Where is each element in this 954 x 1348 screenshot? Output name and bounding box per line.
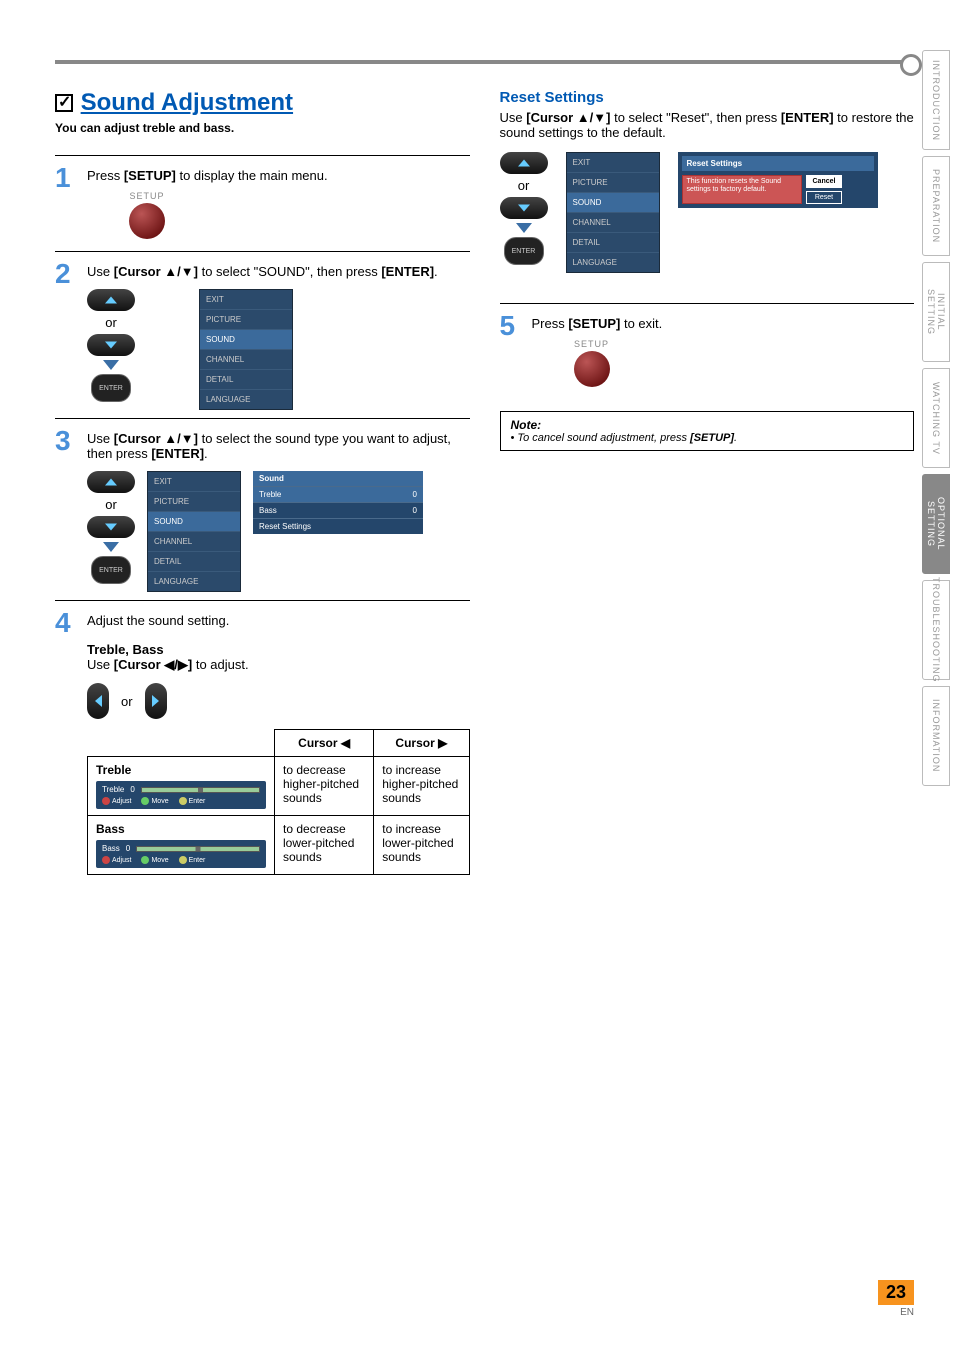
section-tab[interactable]: TROUBLESHOOTING: [922, 580, 950, 680]
note-title: Note:: [511, 418, 904, 432]
section-title: Sound Adjustment: [81, 89, 293, 116]
osd-menu-sound[interactable]: SOUND: [567, 193, 659, 213]
table-row: Treble Treble0 Adjust Move Enter: [88, 757, 470, 816]
sound-row-treble[interactable]: Treble0: [253, 486, 423, 502]
step-5: 5 Press [SETUP] to exit. SETUP: [500, 312, 915, 391]
step4-subhead: Treble, Bass: [87, 642, 470, 657]
step-1: 1 Press [SETUP] to display the main menu…: [55, 164, 470, 243]
osd-menu-sound[interactable]: SOUND: [200, 330, 292, 350]
osd-menu: EXIT PICTURE SOUND CHANNEL DETAIL LANGUA…: [566, 152, 660, 273]
cancel-button[interactable]: Cancel: [806, 175, 843, 188]
or-text: or: [105, 315, 117, 330]
or-text: or: [121, 694, 133, 709]
treble-increase: to increase higher-pitched sounds: [374, 757, 469, 816]
setup-caption: SETUP: [562, 339, 622, 349]
step-number: 1: [55, 164, 77, 243]
table-row: Bass Bass0 Adjust Move Enter: [88, 816, 470, 875]
cursor-up-button[interactable]: [500, 152, 548, 174]
cursor-down-button[interactable]: [500, 197, 548, 219]
step2-text: Use [Cursor ▲/▼] to select "SOUND", then…: [87, 264, 438, 279]
step-number: 5: [500, 312, 522, 391]
reset-button[interactable]: Reset: [806, 191, 843, 204]
osd-menu: EXIT PICTURE SOUND CHANNEL DETAIL LANGUA…: [199, 289, 293, 410]
section-tab[interactable]: INITIAL SETTING: [922, 262, 950, 362]
section-tab[interactable]: PREPARATION: [922, 156, 950, 256]
treble-decrease: to decrease higher-pitched sounds: [275, 757, 374, 816]
enter-button[interactable]: ENTER: [91, 556, 131, 584]
step-number: 4: [55, 609, 77, 875]
section-tab[interactable]: INTRODUCTION: [922, 50, 950, 150]
step-number: 2: [55, 260, 77, 410]
col-cursor-right: Cursor ▶: [374, 730, 469, 757]
enter-button[interactable]: ENTER: [504, 237, 544, 265]
col-cursor-left: Cursor ◀: [275, 730, 374, 757]
row-name: Treble: [96, 763, 131, 777]
cursor-up-button[interactable]: [87, 471, 135, 493]
or-text: or: [518, 178, 530, 193]
treble-adjust-ui: Treble0 Adjust Move Enter: [96, 781, 266, 809]
step-number: 3: [55, 427, 77, 592]
step4-instr: Use [Cursor ◀/▶] to adjust.: [87, 657, 470, 673]
sound-panel: Sound Treble0 Bass0 Reset Settings: [253, 471, 423, 534]
checkbox-icon: [55, 94, 73, 112]
chevron-down-icon: [103, 360, 119, 370]
osd-menu-sound[interactable]: SOUND: [148, 512, 240, 532]
sound-panel-title: Sound: [253, 471, 423, 486]
step5-text: Press [SETUP] to exit.: [532, 316, 663, 331]
section-tab[interactable]: INFORMATION: [922, 686, 950, 786]
step4-text: Adjust the sound setting.: [87, 613, 470, 628]
chevron-down-icon: [516, 223, 532, 233]
section-tab[interactable]: WATCHING TV: [922, 368, 950, 468]
note-box: Note: • To cancel sound adjustment, pres…: [500, 411, 915, 451]
step-3: 3 Use [Cursor ▲/▼] to select the sound t…: [55, 427, 470, 592]
reset-panel-title: Reset Settings: [682, 156, 874, 171]
section-subtitle: You can adjust treble and bass.: [55, 121, 470, 135]
step-4: 4 Adjust the sound setting. Treble, Bass…: [55, 609, 470, 875]
section-tab[interactable]: OPTIONAL SETTING: [922, 474, 950, 574]
enter-button[interactable]: ENTER: [91, 374, 131, 402]
page-number: 23 EN: [878, 1280, 914, 1318]
sound-row-reset[interactable]: Reset Settings: [253, 518, 423, 534]
setup-button[interactable]: [574, 351, 610, 387]
or-text: or: [105, 497, 117, 512]
adjust-table: Cursor ◀ Cursor ▶ Treble Treble0 Adjust: [87, 729, 470, 875]
bass-increase: to increase lower-pitched sounds: [374, 816, 469, 875]
top-divider: [55, 60, 914, 64]
step-2: 2 Use [Cursor ▲/▼] to select "SOUND", th…: [55, 260, 470, 410]
step1-text: Press [SETUP] to display the main menu.: [87, 168, 328, 183]
setup-caption: SETUP: [117, 191, 177, 201]
reset-panel: Reset Settings This function resets the …: [678, 152, 878, 208]
reset-message: This function resets the Sound settings …: [682, 175, 802, 204]
sound-row-bass[interactable]: Bass0: [253, 502, 423, 518]
section-tabs: INTRODUCTION PREPARATION INITIAL SETTING WA…: [922, 50, 950, 786]
setup-button[interactable]: [129, 203, 165, 239]
cursor-right-button[interactable]: [145, 683, 167, 719]
reset-settings-title: Reset Settings: [500, 89, 915, 106]
cursor-up-button[interactable]: [87, 289, 135, 311]
bass-decrease: to decrease lower-pitched sounds: [275, 816, 374, 875]
cursor-down-button[interactable]: [87, 334, 135, 356]
row-name: Bass: [96, 822, 125, 836]
reset-text: Use [Cursor ▲/▼] to select "Reset", then…: [500, 110, 915, 140]
step3-text: Use [Cursor ▲/▼] to select the sound typ…: [87, 431, 451, 461]
osd-menu: EXIT PICTURE SOUND CHANNEL DETAIL LANGUA…: [147, 471, 241, 592]
chevron-down-icon: [103, 542, 119, 552]
cursor-down-button[interactable]: [87, 516, 135, 538]
bass-adjust-ui: Bass0 Adjust Move Enter: [96, 840, 266, 868]
cursor-left-button[interactable]: [87, 683, 109, 719]
note-text: • To cancel sound adjustment, press [SET…: [511, 432, 904, 444]
